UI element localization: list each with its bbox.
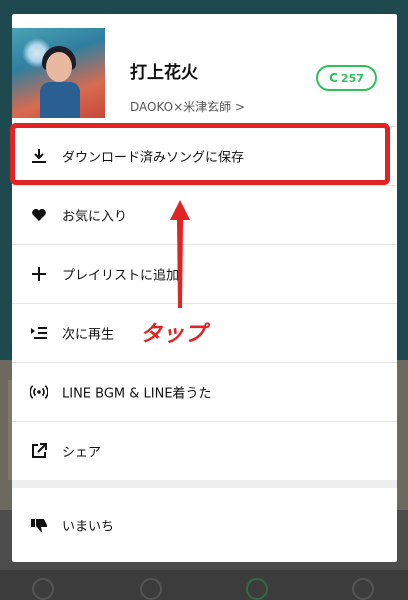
album-art [12, 28, 105, 118]
home-icon [32, 578, 54, 600]
coin-value: 257 [340, 71, 364, 85]
coin-icon: C [329, 71, 338, 85]
menu-item-label: LINE BGM & LINE着うた [62, 386, 212, 402]
download-icon [30, 147, 48, 165]
menu-item-label: ダウンロード済みソングに保存 [62, 150, 245, 166]
song-action-sheet: 打上花火 DAOKO×米津玄師 > C 257 ダウンロード済みソングに保存 お… [12, 14, 397, 562]
menu-item-share[interactable]: シェア [12, 421, 397, 480]
song-title: 打上花火 [130, 63, 198, 83]
play-next-icon [30, 324, 48, 342]
share-icon [30, 442, 48, 460]
heart-icon [30, 206, 48, 224]
artist-link[interactable]: DAOKO×米津玄師 > [130, 98, 245, 115]
coin-price-button[interactable]: C 257 [316, 65, 377, 91]
menu-item-dislike[interactable]: いまいち [12, 480, 397, 562]
menu-item-label: お気に入り [62, 209, 128, 225]
broadcast-icon [30, 383, 48, 401]
menu-item-line-bgm[interactable]: LINE BGM & LINE着うた [12, 362, 397, 421]
profile-icon [352, 578, 374, 600]
search-icon [246, 578, 268, 600]
menu-item-label: シェア [62, 445, 102, 461]
song-header: 打上花火 DAOKO×米津玄師 > C 257 [12, 14, 397, 126]
menu-item-favorite[interactable]: お気に入り [12, 185, 397, 244]
annotation-label: タップ [140, 322, 207, 347]
annotation-arrow [170, 200, 190, 308]
menu-item-label: 次に再生 [62, 327, 115, 343]
trophy-icon [140, 578, 162, 600]
bottom-nav-dimmed [0, 570, 408, 600]
plus-icon [30, 265, 48, 283]
menu-item-label: プレイリストに追加 [62, 268, 180, 284]
menu-item-add-playlist[interactable]: プレイリストに追加 [12, 244, 397, 303]
thumbs-down-icon [30, 516, 48, 534]
menu-item-save-download[interactable]: ダウンロード済みソングに保存 [12, 126, 397, 185]
menu-item-label: いまいち [62, 519, 115, 535]
